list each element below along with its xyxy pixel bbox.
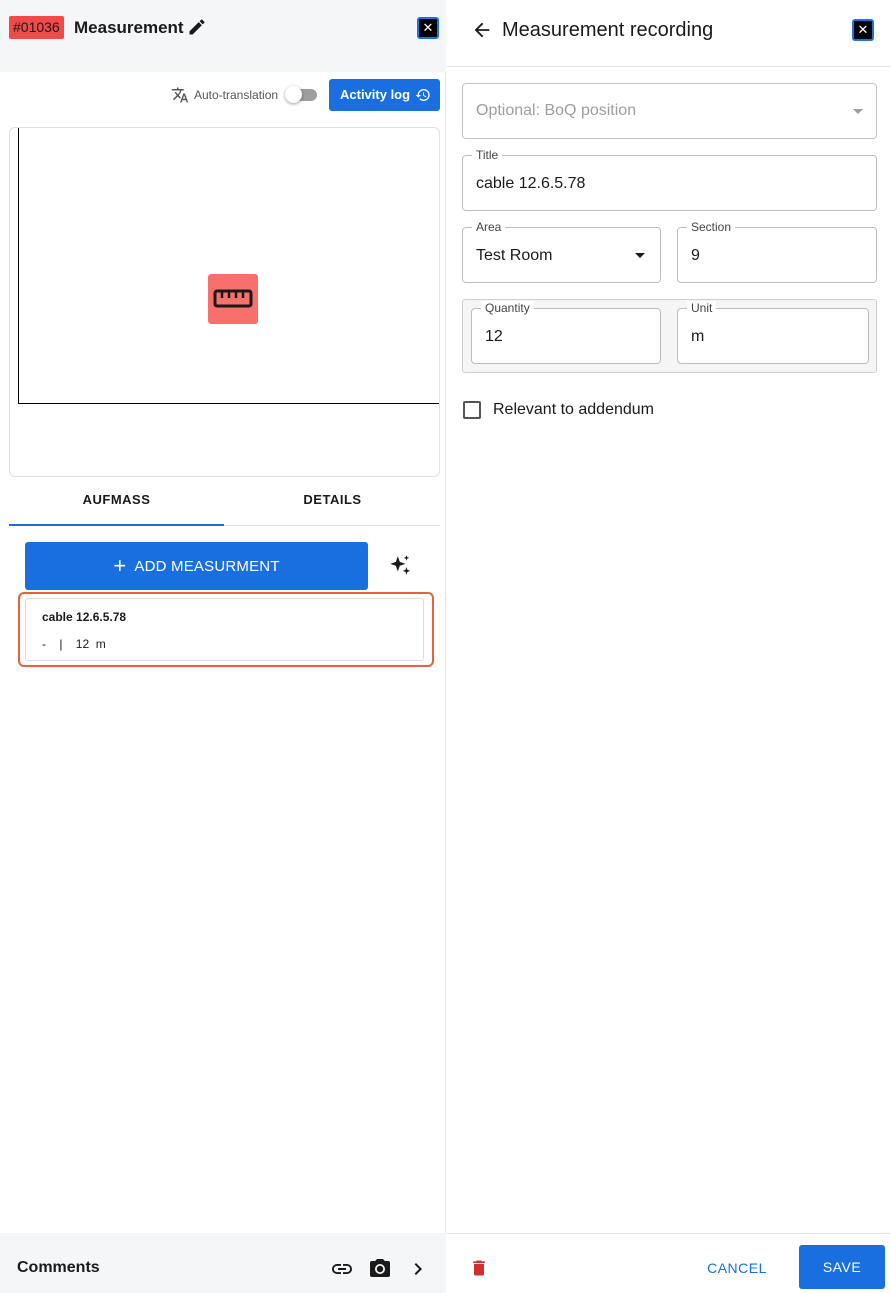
close-icon[interactable]: ✕ [852,19,874,41]
add-measurement-label: ADD MEASURMENT [134,558,280,575]
activity-log-button[interactable]: Activity log [329,79,440,111]
measurement-item-meta: - | 12 m [42,637,106,651]
sparkle-icon[interactable] [387,553,413,579]
activity-log-label: Activity log [340,87,411,102]
link-icon[interactable] [330,1257,354,1281]
title-field-value: cable 12.6.5.78 [476,175,586,192]
close-icon[interactable]: ✕ [417,17,439,39]
recording-title: Measurement recording [502,19,714,41]
ticket-title: Measurement [74,18,184,37]
area-value: Test Room [476,247,553,264]
quantity-group: Quantity 12 Unit m [462,299,877,373]
floor-plan-card [9,127,440,477]
ticket-header: #01036 Measurement ✕ [0,0,446,72]
addendum-checkbox[interactable] [463,401,481,419]
quantity-label: Quantity [481,301,534,315]
comments-bar: Comments [0,1233,446,1293]
ticket-tabs: AUFMASS DETAILS [9,478,440,526]
recording-footer: CANCEL SAVE [447,1233,891,1293]
tab-aufmass[interactable]: AUFMASS [9,478,224,526]
boq-position-select[interactable] [462,83,877,139]
ruler-icon [213,289,253,308]
tab-details[interactable]: DETAILS [225,478,440,526]
add-measurement-button[interactable]: + ADD MEASURMENT [25,542,368,590]
boq-position-input[interactable] [476,102,836,120]
section-field[interactable]: Section 9 [677,220,877,283]
app-window: #01036 Measurement ✕ Auto-translation Ac… [0,0,891,1293]
cancel-button[interactable]: CANCEL [699,1246,775,1290]
toggle-knob [285,86,302,103]
ticket-id-badge: #01036 [9,16,64,39]
recording-header: Measurement recording ✕ [447,0,891,67]
section-label: Section [687,220,736,234]
floor-plan-canvas[interactable] [18,128,439,404]
area-label: Area [472,220,506,234]
ticket-toolbar: Auto-translation Activity log [0,79,446,111]
unit-field[interactable]: Unit m [677,301,869,364]
title-field-label: Title [472,148,503,162]
comments-label: Comments [17,1259,100,1276]
measurement-recording-panel: Measurement recording ✕ Title cable 12.6… [447,0,891,1293]
arrow-back-icon[interactable] [471,19,493,41]
translate-icon [171,87,189,103]
unit-label: Unit [687,301,717,315]
quantity-field[interactable]: Quantity 12 [471,301,661,364]
ticket-panel: #01036 Measurement ✕ Auto-translation Ac… [0,0,446,1293]
area-select[interactable]: Area Test Room [462,220,661,283]
trash-icon[interactable] [469,1257,489,1279]
measurement-list-item[interactable]: cable 12.6.5.78 - | 12 m [25,598,424,661]
dropdown-arrow-icon [853,109,863,114]
edit-icon[interactable] [187,17,207,37]
camera-icon[interactable] [368,1257,392,1281]
history-icon [415,89,430,101]
measurement-item-title: cable 12.6.5.78 [42,610,127,624]
chevron-right-icon[interactable] [406,1257,430,1281]
auto-translation-label: Auto-translation [194,88,279,102]
addendum-label: Relevant to addendum [493,401,654,418]
auto-translation-toggle[interactable] [285,86,317,103]
title-field[interactable]: Title cable 12.6.5.78 [462,148,877,211]
measurement-marker[interactable] [208,274,258,324]
section-value: 9 [691,247,700,264]
quantity-value: 12 [485,328,503,345]
plus-icon: + [113,553,127,578]
unit-value: m [691,328,705,345]
save-button[interactable]: SAVE [799,1245,885,1289]
dropdown-arrow-icon [635,253,645,258]
